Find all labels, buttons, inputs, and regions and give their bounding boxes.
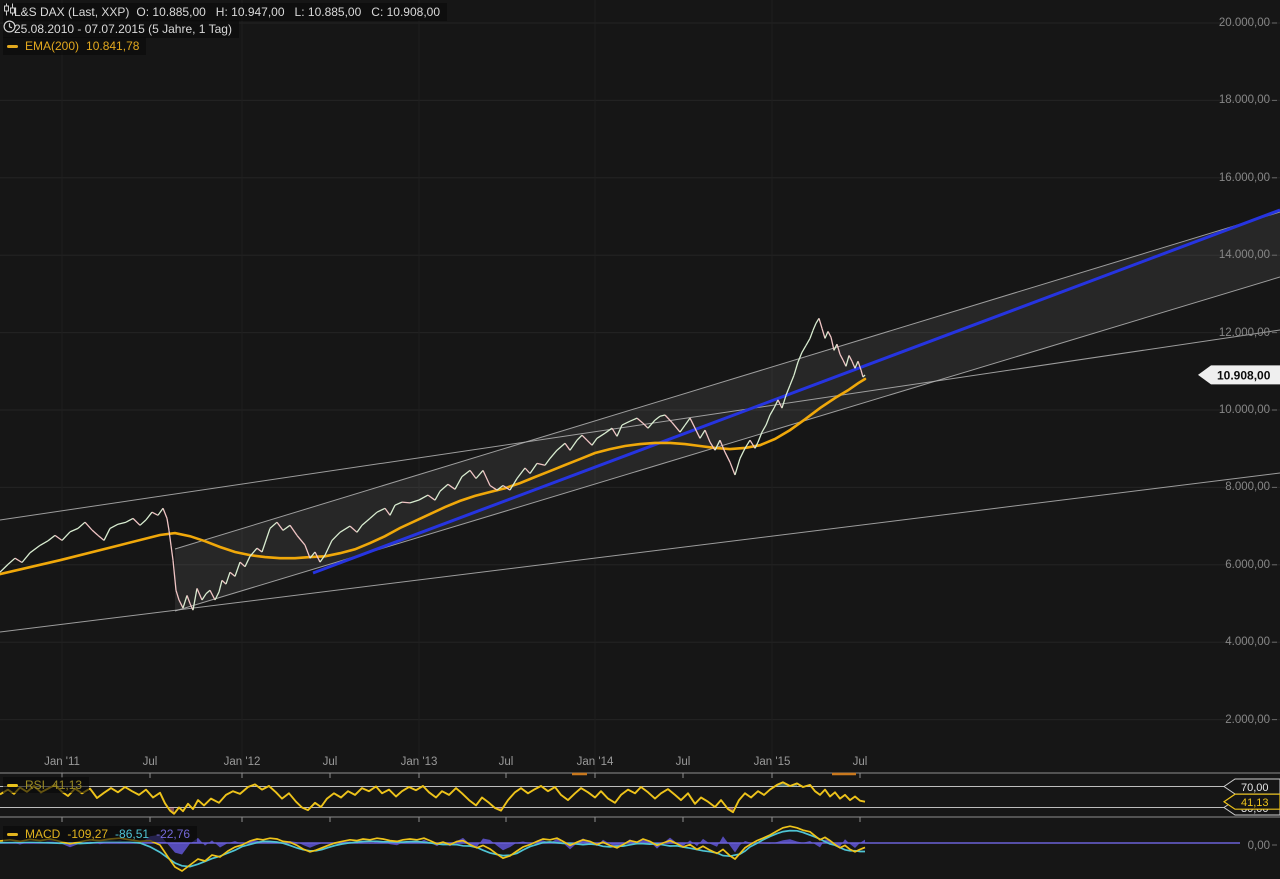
macd-signal-value: -86,51 xyxy=(115,827,150,841)
time-axis-label: Jul xyxy=(142,756,158,768)
rsi-upper-tag-text: 70,00 xyxy=(1241,782,1269,794)
price-axis-label: 4.000,00 xyxy=(1225,636,1270,649)
price-axis-label: 16.000,00 xyxy=(1218,171,1270,184)
ema-label: EMA(200) xyxy=(25,39,80,53)
price-axis-label: 8.000,00 xyxy=(1225,481,1270,494)
symbol-legend-row[interactable]: L&S DAX (Last, XXP) O: 10.885,00 H: 10.9… xyxy=(3,3,448,21)
last-price-tag-text: 10.908,00 xyxy=(1217,368,1271,382)
time-range-row[interactable]: 25.08.2010 - 07.07.2015 (5 Jahre, 1 Tag) xyxy=(3,20,239,38)
macd-zero-label: 0,00 xyxy=(1248,840,1270,852)
price-axis-label: 18.000,00 xyxy=(1218,94,1270,107)
ohlc-values: O: 10.885,00 H: 10.947,00 L: 10.885,00 C… xyxy=(136,5,441,19)
macd-legend-row[interactable]: MACD -109,27 -86,51 -22,76 xyxy=(3,826,198,842)
price-axis-label: 20.000,00 xyxy=(1218,17,1270,29)
symbol-title: L&S DAX (Last, XXP) xyxy=(14,5,130,19)
rsi-color-dash-icon xyxy=(7,783,18,787)
time-range-text: 25.08.2010 - 07.07.2015 (5 Jahre, 1 Tag) xyxy=(14,22,232,36)
time-axis-label: Jul xyxy=(322,756,338,768)
price-axis-label: 12.000,00 xyxy=(1218,326,1270,339)
macd-value: -109,27 xyxy=(67,827,109,841)
price-axis-label: 6.000,00 xyxy=(1225,558,1270,571)
price-segment xyxy=(401,501,411,504)
time-axis-label: Jul xyxy=(675,756,691,768)
macd-label: MACD xyxy=(25,827,61,841)
rsi-value-tag-text: 41,13 xyxy=(1241,797,1269,809)
time-axis-label: Jan '13 xyxy=(400,756,438,768)
time-axis-label: Jul xyxy=(852,756,868,768)
time-axis-label: Jan '12 xyxy=(223,756,261,768)
chart-window: 10.908,00 70,00 30,00 41,13 0,00 L&S DAX xyxy=(0,0,1280,879)
ema-color-dash-icon xyxy=(7,44,18,48)
rsi-label: RSI xyxy=(25,778,46,792)
time-axis-label: Jan '15 xyxy=(753,756,791,768)
macd-color-dash-icon xyxy=(7,832,18,836)
ema-value: 10.841,78 xyxy=(86,39,140,53)
rsi-value: 41,13 xyxy=(52,778,83,792)
price-axis-label: 2.000,00 xyxy=(1225,713,1270,726)
time-axis-label: Jan '11 xyxy=(44,756,80,768)
chart-canvas[interactable]: 10.908,00 70,00 30,00 41,13 0,00 xyxy=(0,0,1280,879)
ema-legend-row[interactable]: EMA(200) 10.841,78 xyxy=(3,37,147,55)
macd-hist-value: -22,76 xyxy=(156,827,191,841)
price-axis-label: 14.000,00 xyxy=(1218,249,1270,262)
time-axis-label: Jan '14 xyxy=(576,756,614,768)
time-axis-label: Jul xyxy=(498,756,514,768)
rsi-legend-row[interactable]: RSI 41,13 xyxy=(3,777,90,793)
price-axis-label: 10.000,00 xyxy=(1218,404,1270,416)
